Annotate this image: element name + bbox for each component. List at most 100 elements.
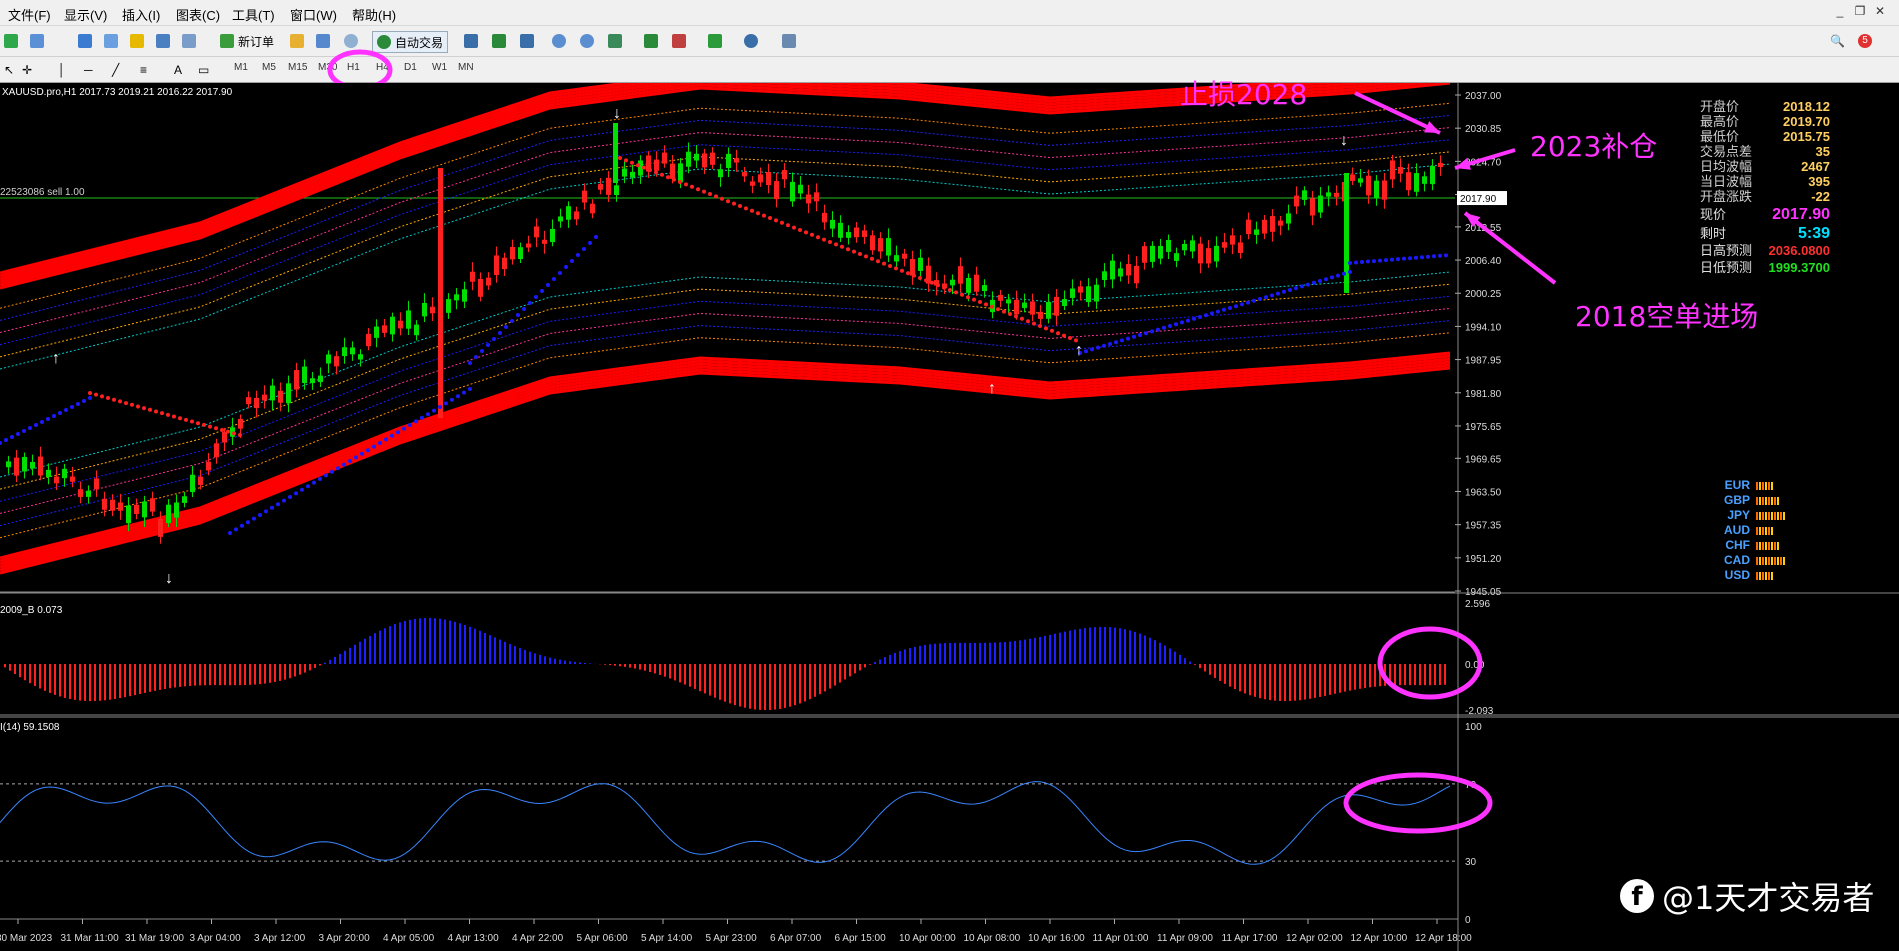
sar-dot	[166, 412, 170, 417]
sar-dot	[1020, 316, 1024, 321]
x-tick-label: 10 Apr 16:00	[1028, 933, 1085, 944]
sar-dot	[106, 396, 110, 401]
price-chart-canvas[interactable]: 2037.002030.852024.702018.552012.552006.…	[0, 83, 1899, 951]
sar-dot	[972, 297, 976, 302]
candle-body	[1246, 219, 1251, 235]
sar-dot	[576, 253, 580, 257]
candle-body	[62, 468, 67, 479]
sar-dot	[76, 402, 80, 406]
sar-dot	[270, 505, 274, 510]
sar-dot	[474, 355, 478, 359]
sar-dot	[954, 290, 958, 295]
sar-dot	[684, 182, 688, 187]
sar-dot	[1114, 340, 1118, 345]
x-tick-label: 31 Mar 11:00	[61, 933, 120, 944]
sar-dot	[178, 416, 182, 421]
sar-dot	[558, 271, 562, 275]
sar-dot	[336, 466, 340, 471]
x-tick-label: 3 Apr 20:00	[319, 933, 371, 944]
sar-dot	[1336, 273, 1340, 278]
sar-dot	[58, 411, 62, 415]
rsi-tick-label: 100	[1465, 722, 1482, 733]
currency-strength-bar	[1756, 497, 1780, 505]
candle-body	[606, 177, 611, 195]
candle-body	[326, 354, 331, 364]
candle-body	[630, 171, 635, 178]
currency-strength-bar	[1756, 542, 1780, 550]
sar-dot	[504, 325, 508, 329]
candle-body	[1118, 268, 1123, 277]
candle-body	[1430, 165, 1435, 185]
sar-dot	[1396, 257, 1400, 262]
candle-body	[470, 271, 475, 282]
sar-dot	[594, 235, 598, 239]
signal-arrow-icon: ↓	[1340, 132, 1348, 149]
annotation-arrow	[1463, 211, 1557, 285]
sar-dot	[312, 480, 316, 485]
info-row: 最低价 2015.75	[1700, 129, 1830, 144]
candle-body	[1110, 260, 1115, 280]
sar-dot	[1222, 307, 1226, 312]
sar-dot	[468, 361, 472, 365]
currency-row: USD	[1720, 568, 1820, 583]
sar-dot	[234, 527, 238, 532]
candle-body	[518, 247, 523, 260]
y-tick-label: 1987.95	[1465, 356, 1502, 367]
candle-body	[1286, 213, 1291, 224]
sar-dot	[366, 448, 370, 453]
x-tick-label: 5 Apr 23:00	[706, 933, 758, 944]
x-tick-label: 5 Apr 14:00	[641, 933, 693, 944]
candle-body	[134, 504, 139, 514]
candle-body	[1270, 216, 1275, 232]
candle-body	[542, 239, 547, 244]
sar-dot	[1420, 255, 1424, 260]
sar-dot	[798, 228, 802, 232]
sar-dot	[10, 435, 14, 439]
candle-body	[1222, 242, 1227, 248]
sar-dot	[984, 302, 988, 307]
high-forecast-value: 2036.0800	[1768, 243, 1830, 258]
sar-dot	[582, 247, 586, 251]
x-tick-label: 31 Mar 19:00	[125, 933, 184, 944]
sar-dot	[804, 230, 808, 235]
sar-dot	[124, 401, 128, 406]
sar-dot	[510, 319, 514, 323]
channel-upper-line	[0, 83, 1436, 287]
candle-body	[94, 478, 99, 490]
currency-name: USD	[1724, 568, 1750, 582]
candle-body	[662, 152, 667, 164]
sar-dot	[1426, 254, 1430, 259]
candle-body	[318, 375, 323, 383]
candle-body	[382, 325, 387, 333]
candle-body	[1414, 173, 1419, 192]
sar-dot	[1132, 334, 1136, 339]
currency-row: EUR	[1720, 478, 1820, 493]
sar-dot	[528, 301, 532, 305]
candle-body	[310, 378, 315, 384]
price-label: 现价	[1700, 207, 1727, 222]
sar-dot	[1324, 277, 1328, 282]
sar-dot	[738, 204, 742, 208]
chart-window[interactable]: 2037.002030.852024.702018.552012.552006.…	[0, 78, 1899, 951]
sar-dot	[966, 295, 970, 300]
current-price-label: 2017.90	[1460, 194, 1497, 205]
sar-dot	[282, 498, 286, 503]
sar-dot	[1372, 259, 1376, 264]
sar-dot	[834, 242, 838, 247]
sar-dot	[276, 502, 280, 507]
sar-dot	[912, 273, 916, 278]
sar-dot	[306, 484, 310, 489]
sar-dot	[618, 156, 622, 160]
sar-dot	[1050, 328, 1054, 333]
sar-dot	[70, 405, 74, 409]
candle-body	[454, 294, 459, 301]
candle-body	[1022, 302, 1027, 308]
sar-dot	[1090, 347, 1094, 352]
y-tick-label: 2030.85	[1465, 124, 1502, 135]
sar-dot	[1330, 275, 1334, 280]
candle-body	[1294, 195, 1299, 207]
candle-body	[902, 253, 907, 259]
chart-header: XAUUSD.pro,H1 2017.73 2019.21 2016.22 20…	[2, 87, 233, 98]
sar-dot	[1044, 326, 1048, 331]
candle-body	[1102, 271, 1107, 281]
